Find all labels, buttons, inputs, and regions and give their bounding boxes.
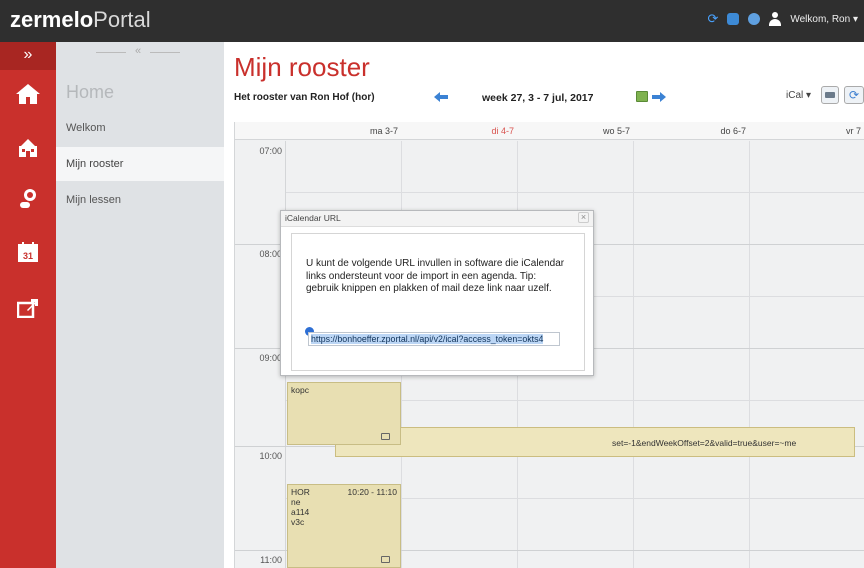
top-icons: ⟳ Welkom, Ron ▾	[707, 12, 858, 26]
day-header-mon: ma 3-7	[369, 126, 398, 136]
ical-url-dialog: iCalendar URL × U kunt de volgende URL i…	[280, 210, 594, 376]
date-picker-icon[interactable]	[636, 91, 648, 102]
lesson-block[interactable]: HOR 10:20 - 11:10 ne a114 v3c	[287, 484, 401, 568]
lesson-group: v3c	[291, 517, 305, 527]
dialog-body: U kunt de volgende URL invullen in softw…	[291, 233, 585, 371]
collapse-nav-button[interactable]: «	[96, 46, 180, 58]
day-column-thu	[634, 141, 750, 568]
nav-home-label[interactable]: Home	[66, 82, 114, 103]
time-label: 08:00	[259, 249, 282, 259]
grid-line	[286, 192, 864, 193]
dialog-instructions: U kunt de volgende URL invullen in softw…	[306, 258, 565, 294]
refresh-schedule-icon[interactable]: ⟳	[844, 86, 864, 104]
help-icon[interactable]	[748, 13, 761, 25]
lesson-block[interactable]: kopc	[287, 382, 401, 445]
time-label: 11:00	[260, 555, 282, 565]
school-button[interactable]	[0, 128, 56, 168]
day-header-thu: do 6-7	[720, 126, 746, 136]
nav-panel: « Home Welkom Mijn rooster Mijn lessen	[56, 42, 224, 568]
message-icon[interactable]	[727, 13, 740, 25]
lesson-text: kopc	[291, 385, 309, 395]
logo-light-text: Portal	[93, 7, 151, 32]
time-label: 07:00	[259, 146, 282, 156]
grid-line	[235, 348, 286, 349]
print-icon[interactable]	[821, 86, 839, 104]
comment-icon[interactable]	[381, 556, 390, 563]
expand-sidebar-button[interactable]: »	[0, 42, 56, 70]
ical-url-field[interactable]: https://bonhoeffer.zportal.nl/api/v2/ica…	[308, 332, 560, 346]
nav-item-mijn-lessen[interactable]: Mijn lessen	[56, 183, 224, 217]
home-icon	[16, 84, 40, 104]
day-header-tue: di 4-7	[491, 126, 514, 136]
grid-header: ma 3-7 di 4-7 wo 5-7 do 6-7 vr 7	[235, 122, 864, 140]
day-header-fri: vr 7	[845, 126, 861, 136]
url-text-strip: set=-1&endWeekOffset=2&valid=true&user=~…	[335, 427, 855, 457]
lesson-time: 10:20 - 11:10	[347, 487, 397, 497]
person-search-button[interactable]	[0, 178, 56, 218]
icon-sidebar: » 31	[0, 42, 56, 568]
lesson-teacher: HOR	[291, 487, 310, 497]
ical-dropdown[interactable]: iCal ▾	[786, 90, 811, 101]
share-icon	[17, 299, 38, 318]
lesson-room: a114	[291, 507, 310, 517]
app-logo[interactable]: zermeloPortal	[10, 7, 151, 33]
logo-bold-text: zermelo	[10, 7, 94, 32]
calendar-icon: 31	[18, 242, 38, 262]
grid-line	[235, 244, 286, 245]
lesson-header: HOR 10:20 - 11:10	[291, 487, 397, 497]
page-title: Mijn rooster	[234, 52, 370, 82]
schedule-owner: Het rooster van Ron Hof (hor)	[234, 92, 375, 103]
nav-item-welkom[interactable]: Welkom	[56, 111, 224, 145]
lesson-subject: ne	[291, 497, 301, 507]
person-search-icon	[20, 189, 36, 208]
user-menu[interactable]: Welkom, Ron ▾	[790, 14, 858, 25]
user-name-label: Welkom, Ron	[790, 13, 851, 25]
calendar-button[interactable]: 31	[0, 232, 56, 272]
time-label: 09:00	[259, 353, 282, 363]
comment-icon[interactable]	[381, 433, 390, 440]
ical-url-text: https://bonhoeffer.zportal.nl/api/v2/ica…	[311, 334, 544, 344]
school-icon	[19, 139, 37, 157]
previous-week-arrow-icon[interactable]	[434, 92, 448, 102]
top-bar: zermeloPortal ⟳ Welkom, Ron ▾	[0, 0, 864, 42]
dialog-title: iCalendar URL	[285, 213, 341, 223]
nav-item-mijn-rooster[interactable]: Mijn rooster	[56, 147, 224, 181]
share-button[interactable]	[0, 288, 56, 328]
time-label: 10:00	[259, 451, 282, 461]
calendar-icon-day: 31	[23, 251, 33, 261]
next-week-arrow-icon[interactable]	[652, 92, 666, 102]
week-label: week 27, 3 - 7 jul, 2017	[482, 92, 594, 104]
grid-line	[235, 550, 286, 551]
close-icon[interactable]: ×	[578, 212, 589, 223]
refresh-icon[interactable]: ⟳	[707, 12, 718, 25]
grid-line	[235, 446, 286, 447]
dialog-header: iCalendar URL ×	[281, 211, 593, 227]
home-button[interactable]	[0, 74, 56, 114]
user-icon[interactable]	[769, 12, 782, 26]
day-header-wed: wo 5-7	[602, 126, 630, 136]
